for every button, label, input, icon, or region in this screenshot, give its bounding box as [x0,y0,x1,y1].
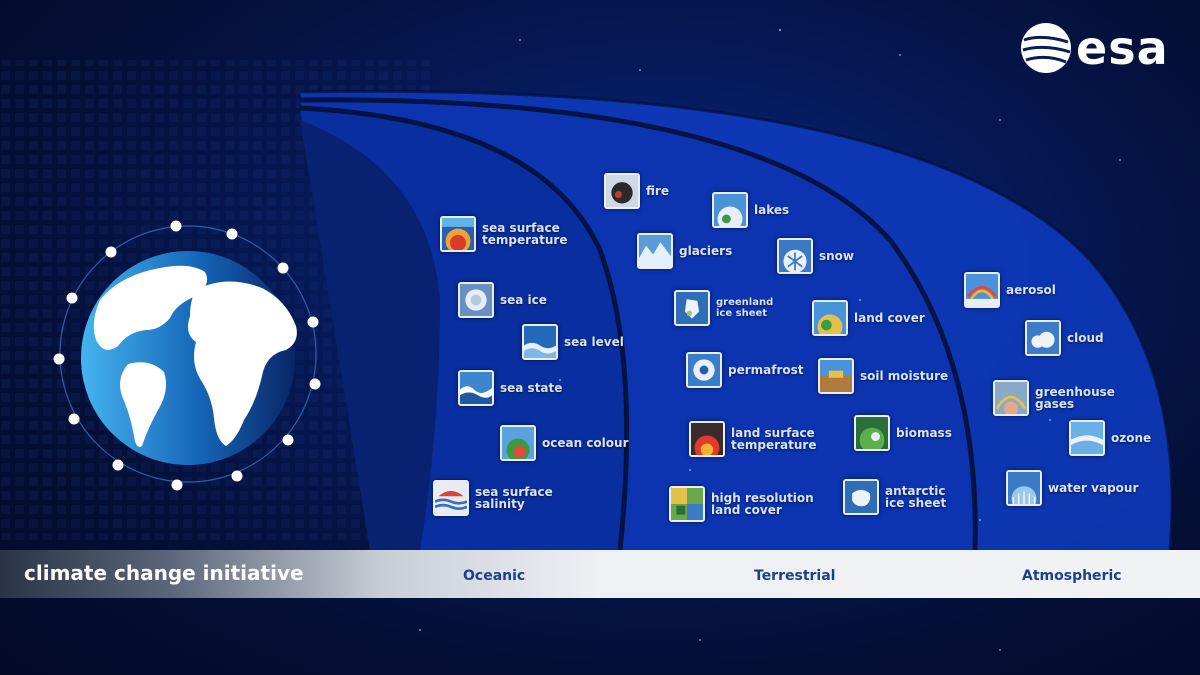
variable-label: land surface temperature [731,426,817,452]
variable-label: sea ice [500,293,547,307]
variable-permafrost[interactable]: permafrost [686,352,804,388]
variable-label: sea level [564,335,624,349]
variable-greenhouse-gases[interactable]: greenhouse gases [993,380,1115,416]
variable-label: snow [819,249,855,263]
fire-icon [604,173,640,209]
variable-sea-surface-temperature[interactable]: sea surface temperature [440,216,567,252]
land-surface-temperature-icon [689,421,725,457]
snow-icon [777,238,813,274]
glaciers-icon [637,233,673,269]
aerosol-icon [964,272,1000,308]
sea-state-icon [458,370,494,406]
variable-label: cloud [1067,331,1104,345]
variable-sea-state[interactable]: sea state [458,370,562,406]
category-label-oceanic: Oceanic [463,568,526,584]
category-label-terrestrial: Terrestrial [754,568,836,584]
variable-land-surface-temperature[interactable]: land surface temperature [689,421,816,457]
variable-high-resolution-land-cover[interactable]: high resolution land cover [669,486,814,522]
variable-greenland-ice-sheet[interactable]: greenland ice sheet [674,290,773,326]
antarctic-ice-sheet-icon [843,479,879,515]
esa-logo-mark-icon [1021,23,1071,73]
variable-label: glaciers [679,244,733,258]
variable-antarctic-ice-sheet[interactable]: antarctic ice sheet [843,479,946,515]
variable-land-cover[interactable]: land cover [812,300,925,336]
variable-lakes[interactable]: lakes [712,192,789,228]
variable-glaciers[interactable]: glaciers [637,233,732,269]
cloud-icon [1025,320,1061,356]
variable-label: aerosol [1006,283,1056,297]
brand-name: esa [1076,21,1169,75]
variable-water-vapour[interactable]: water vapour [1006,470,1138,506]
variable-label: biomass [896,426,952,440]
variable-label: greenhouse gases [1035,385,1115,411]
variable-label: greenland ice sheet [716,297,774,319]
variable-sea-ice[interactable]: sea ice [458,282,547,318]
greenhouse-gases-icon [993,380,1029,416]
variable-soil-moisture[interactable]: soil moisture [818,358,948,394]
variable-biomass[interactable]: biomass [854,415,952,451]
variable-label: fire [646,184,669,198]
esa-logo: esa [1020,20,1180,76]
variable-aerosol[interactable]: aerosol [964,272,1056,308]
variable-ozone[interactable]: ozone [1069,420,1151,456]
variable-sea-surface-salinity[interactable]: sea surface salinity [433,480,553,516]
variable-label: lakes [754,203,790,217]
sea-level-icon [522,324,558,360]
variable-label: sea surface temperature [482,221,568,247]
variable-label: sea surface salinity [475,485,553,511]
biomass-icon [854,415,890,451]
category-label-atmospheric: Atmospheric [1022,568,1122,584]
lakes-icon [712,192,748,228]
variable-label: high resolution land cover [711,491,814,517]
variable-snow[interactable]: snow [777,238,854,274]
variable-ocean-colour[interactable]: ocean colour [500,425,629,461]
variable-label: ozone [1111,431,1152,445]
variable-cloud[interactable]: cloud [1025,320,1104,356]
variable-label: permafrost [728,363,804,377]
water-vapour-icon [1006,470,1042,506]
variable-sea-level[interactable]: sea level [522,324,624,360]
banner-title: climate change initiative [24,561,304,585]
variable-fire[interactable]: fire [604,173,669,209]
soil-moisture-icon [818,358,854,394]
permafrost-icon [686,352,722,388]
variable-label: water vapour [1048,481,1139,495]
high-resolution-land-cover-icon [669,486,705,522]
variable-label: land cover [854,311,925,325]
sea-surface-salinity-icon [433,480,469,516]
sea-ice-icon [458,282,494,318]
sea-surface-temperature-icon [440,216,476,252]
greenland-ice-sheet-icon [674,290,710,326]
variable-label: soil moisture [860,369,949,383]
variable-label: antarctic ice sheet [885,484,947,510]
variable-label: sea state [500,381,563,395]
land-cover-icon [812,300,848,336]
ocean-colour-icon [500,425,536,461]
ozone-icon [1069,420,1105,456]
variable-label: ocean colour [542,436,629,450]
